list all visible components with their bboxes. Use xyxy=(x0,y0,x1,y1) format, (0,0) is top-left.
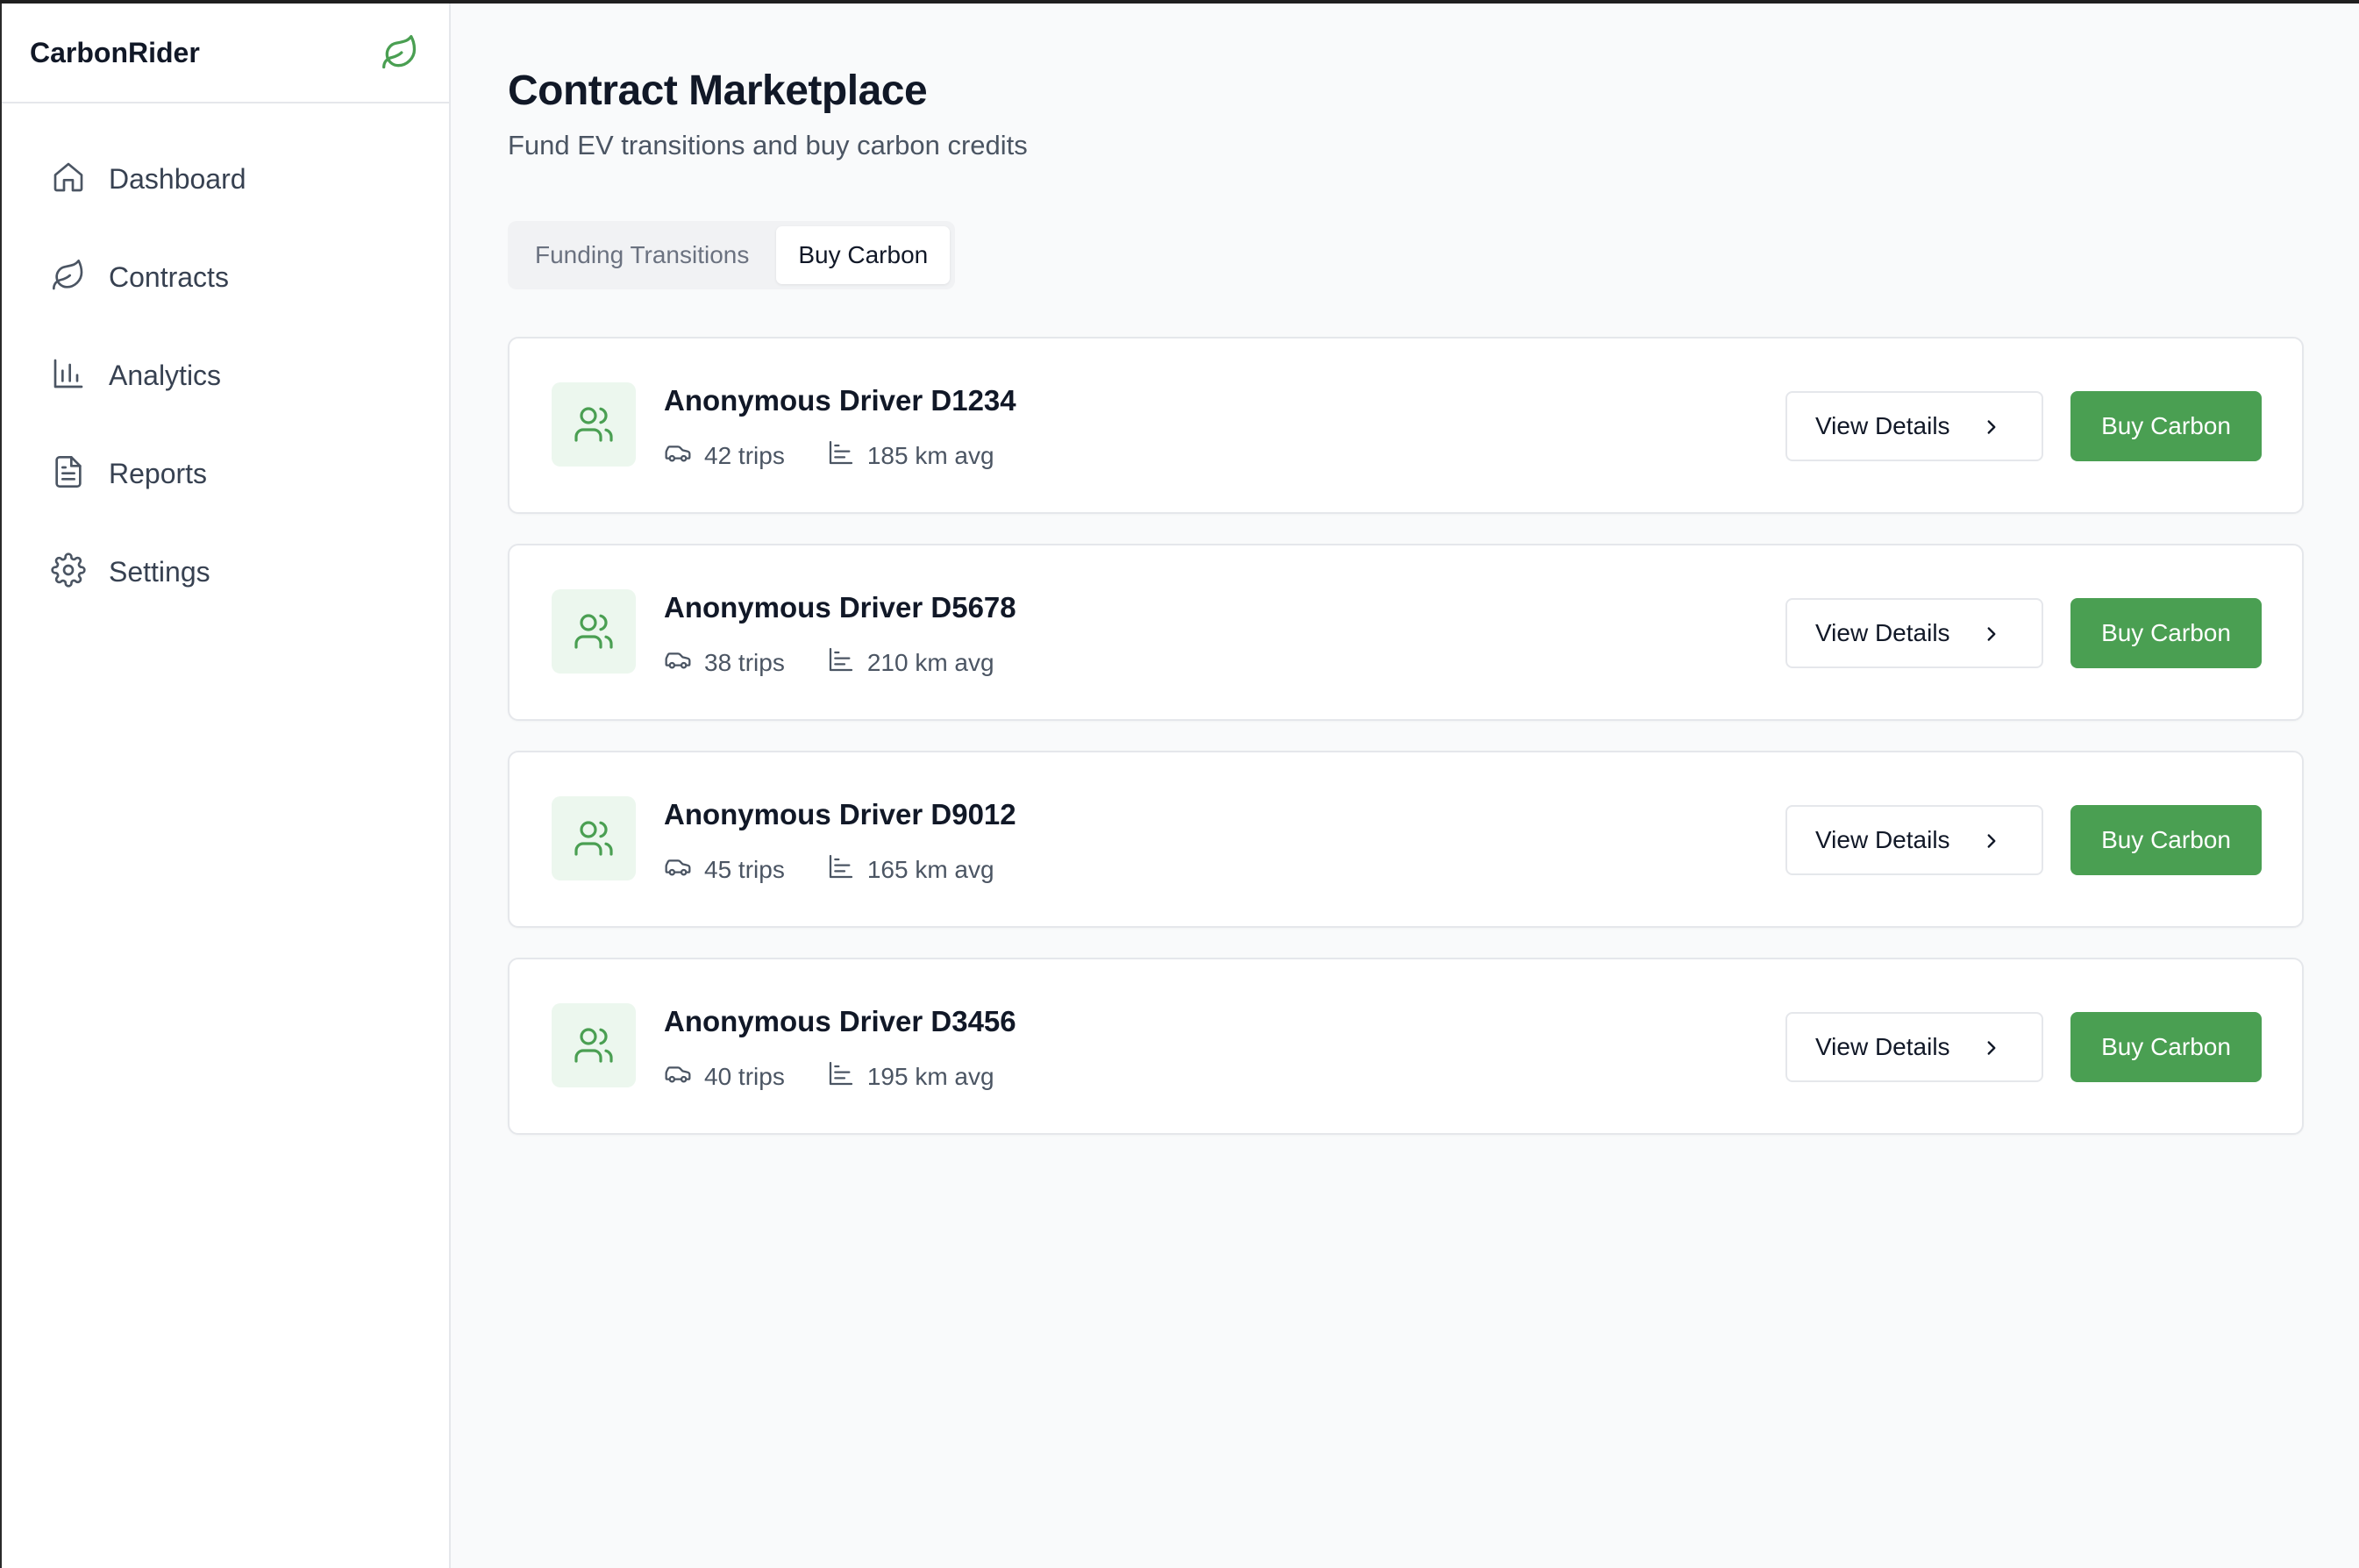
avg-distance: 210 km avg xyxy=(866,648,994,676)
home-icon xyxy=(51,160,86,199)
buy-carbon-button[interactable]: Buy Carbon xyxy=(2070,1012,2262,1082)
driver-meta: 42 trips 185 km avg xyxy=(664,438,1037,473)
avg-distance: 185 km avg xyxy=(866,441,994,469)
brand-name: CarbonRider xyxy=(30,36,200,68)
view-details-label: View Details xyxy=(1815,619,1950,646)
users-icon xyxy=(552,589,636,674)
trips-count: 40 trips xyxy=(704,1062,785,1090)
main-content: Contract Marketplace Fund EV transitions… xyxy=(451,4,2359,1568)
chevron-right-icon xyxy=(1987,420,1996,434)
distance-stat: 185 km avg xyxy=(827,438,994,473)
view-details-label: View Details xyxy=(1815,412,1950,439)
leaf-icon xyxy=(381,33,419,72)
buy-carbon-button[interactable]: Buy Carbon xyxy=(2070,805,2262,875)
buy-carbon-button[interactable]: Buy Carbon xyxy=(2070,598,2262,668)
avg-distance: 165 km avg xyxy=(866,855,994,883)
brand-header: CarbonRider xyxy=(2,4,449,103)
view-details-label: View Details xyxy=(1815,1033,1950,1060)
trips-stat: 42 trips xyxy=(664,438,785,473)
distance-stat: 195 km avg xyxy=(827,1059,994,1094)
driver-meta: 38 trips 210 km avg xyxy=(664,645,1037,680)
view-details-button[interactable]: View Details xyxy=(1785,805,2043,875)
trips-stat: 40 trips xyxy=(664,1059,785,1094)
users-icon xyxy=(552,1003,636,1087)
view-details-button[interactable]: View Details xyxy=(1785,598,2043,668)
driver-name: Anonymous Driver D5678 xyxy=(664,591,1016,624)
leaf-icon xyxy=(51,258,86,297)
view-details-label: View Details xyxy=(1815,826,1950,853)
trips-stat: 38 trips xyxy=(664,645,785,680)
car-icon xyxy=(664,645,704,680)
chevron-right-icon xyxy=(1987,627,1996,641)
car-icon xyxy=(664,438,704,473)
sidebar-item-label: Contracts xyxy=(109,260,229,293)
bar-chart-icon xyxy=(827,438,867,473)
driver-card: Anonymous Driver D1234 42 trips 185 km a… xyxy=(508,337,2304,514)
tab-buy-carbon[interactable]: Buy Carbon xyxy=(776,226,951,284)
sidebar-item-label: Analytics xyxy=(109,359,222,391)
sidebar-item-dashboard[interactable]: Dashboard xyxy=(2,130,449,228)
buy-carbon-button[interactable]: Buy Carbon xyxy=(2070,391,2262,461)
page-title: Contract Marketplace xyxy=(508,68,928,114)
distance-stat: 210 km avg xyxy=(827,645,994,680)
trips-count: 42 trips xyxy=(704,441,785,469)
gear-icon xyxy=(51,552,86,592)
car-icon xyxy=(664,852,704,887)
trips-count: 38 trips xyxy=(704,648,785,676)
sidebar-item-reports[interactable]: Reports xyxy=(2,424,449,523)
distance-stat: 165 km avg xyxy=(827,852,994,887)
page-subtitle: Fund EV transitions and buy carbon credi… xyxy=(508,130,1028,160)
sidebar-item-settings[interactable]: Settings xyxy=(2,523,449,621)
chevron-right-icon xyxy=(1987,834,1996,848)
bar-chart-icon xyxy=(827,852,867,887)
driver-name: Anonymous Driver D1234 xyxy=(664,384,1016,417)
tab-funding-transitions[interactable]: Funding Transitions xyxy=(513,226,771,284)
driver-name: Anonymous Driver D9012 xyxy=(664,798,1016,830)
app-window: CarbonRider Dashboard Contracts Analytic… xyxy=(0,4,2359,1568)
users-icon xyxy=(552,382,636,467)
bar-chart-icon xyxy=(827,645,867,680)
sidebar-item-contracts[interactable]: Contracts xyxy=(2,228,449,326)
trips-stat: 45 trips xyxy=(664,852,785,887)
driver-name: Anonymous Driver D3456 xyxy=(664,1005,1016,1037)
driver-meta: 40 trips 195 km avg xyxy=(664,1059,1037,1094)
users-icon xyxy=(552,796,636,880)
driver-card: Anonymous Driver D3456 40 trips 195 km a… xyxy=(508,958,2304,1135)
bar-chart-icon xyxy=(51,356,86,396)
sidebar: CarbonRider Dashboard Contracts Analytic… xyxy=(2,4,451,1568)
document-icon xyxy=(51,454,86,494)
driver-meta: 45 trips 165 km avg xyxy=(664,852,1037,887)
view-details-button[interactable]: View Details xyxy=(1785,391,2043,461)
driver-card: Anonymous Driver D9012 45 trips 165 km a… xyxy=(508,751,2304,928)
sidebar-item-label: Settings xyxy=(109,555,210,588)
driver-card: Anonymous Driver D5678 38 trips 210 km a… xyxy=(508,544,2304,721)
tab-bar: Funding Transitions Buy Carbon xyxy=(508,221,956,289)
driver-list: Anonymous Driver D1234 42 trips 185 km a… xyxy=(508,337,2304,1165)
avg-distance: 195 km avg xyxy=(866,1062,994,1090)
view-details-button[interactable]: View Details xyxy=(1785,1012,2043,1082)
sidebar-nav: Dashboard Contracts Analytics Reports Se… xyxy=(2,103,449,621)
sidebar-item-label: Reports xyxy=(109,457,208,489)
chevron-right-icon xyxy=(1987,1041,1996,1055)
sidebar-item-label: Dashboard xyxy=(109,162,246,195)
bar-chart-icon xyxy=(827,1059,867,1094)
sidebar-item-analytics[interactable]: Analytics xyxy=(2,326,449,424)
trips-count: 45 trips xyxy=(704,855,785,883)
car-icon xyxy=(664,1059,704,1094)
